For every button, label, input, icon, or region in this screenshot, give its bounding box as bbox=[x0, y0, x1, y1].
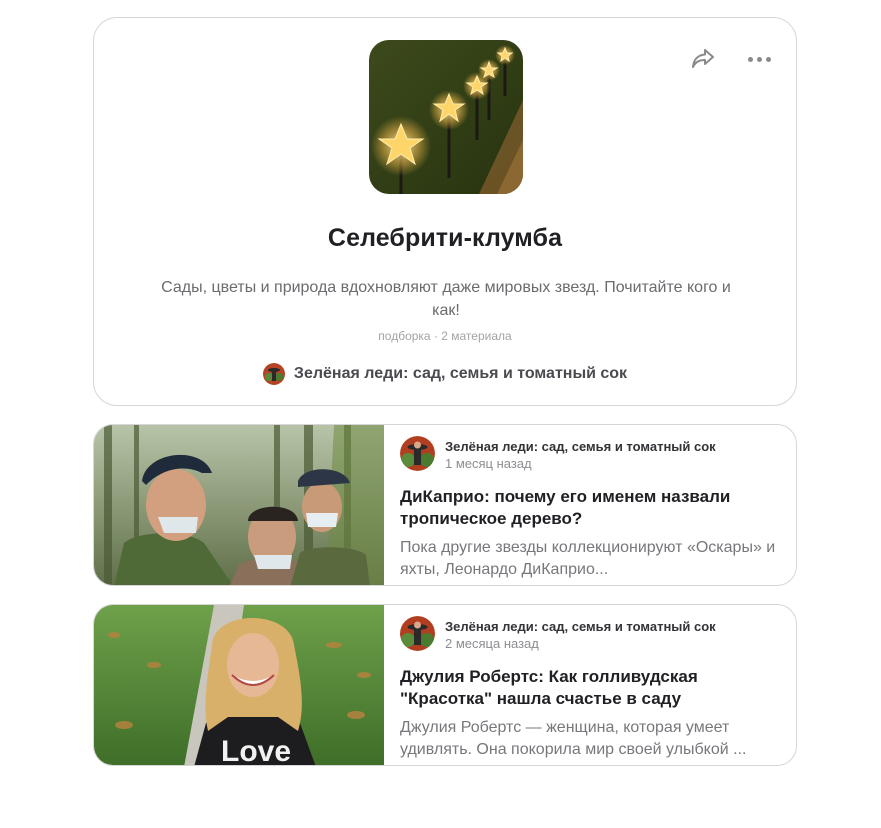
publish-time: 2 месяца назад bbox=[445, 636, 539, 651]
author-avatar bbox=[400, 436, 435, 471]
collection-description: Сады, цветы и природа вдохновляют даже м… bbox=[161, 279, 731, 319]
article-title[interactable]: ДиКаприо: почему его именем назвали троп… bbox=[400, 486, 784, 530]
article-title[interactable]: Джулия Робертс: Как голливудская "Красот… bbox=[400, 666, 784, 710]
collection-meta: подборка · 2 материала bbox=[378, 329, 512, 343]
author-name: Зелёная леди: сад, семья и томатный сок bbox=[445, 619, 716, 634]
collection-cover-image bbox=[369, 40, 523, 194]
channel-name: Зелёная леди: сад, семья и томатный сок bbox=[293, 365, 628, 382]
share-button[interactable] bbox=[688, 44, 718, 74]
more-dots-icon bbox=[747, 56, 753, 62]
article-snippet: Пока другие звезды коллекционируют «Оска… bbox=[400, 539, 776, 578]
shirt-print-text: Love bbox=[221, 735, 291, 766]
collection-title: Селебрити-клумба bbox=[327, 224, 563, 252]
article-author[interactable]: Зелёная леди: сад, семья и томатный сок … bbox=[400, 616, 784, 653]
collection-card: Селебрити-клумба Сады, цветы и природа в… bbox=[93, 17, 797, 406]
more-options-button[interactable] bbox=[742, 44, 776, 74]
article-thumbnail bbox=[94, 425, 384, 585]
article-card[interactable]: Love Зелёная леди: сад, семья и томатный… bbox=[93, 604, 797, 766]
article-card[interactable]: Зелёная леди: сад, семья и томатный сок … bbox=[93, 424, 797, 586]
article-thumbnail: Love bbox=[94, 605, 384, 766]
collection-channel-link[interactable]: Зелёная леди: сад, семья и томатный сок bbox=[94, 363, 796, 385]
author-name: Зелёная леди: сад, семья и томатный сок bbox=[445, 439, 716, 454]
article-author[interactable]: Зелёная леди: сад, семья и томатный сок … bbox=[400, 436, 784, 473]
author-avatar bbox=[400, 616, 435, 651]
share-icon bbox=[692, 49, 714, 68]
channel-avatar bbox=[262, 363, 285, 385]
article-snippet: Джулия Робертс — женщина, которая умеет … bbox=[400, 719, 747, 758]
publish-time: 1 месяц назад bbox=[445, 456, 532, 471]
